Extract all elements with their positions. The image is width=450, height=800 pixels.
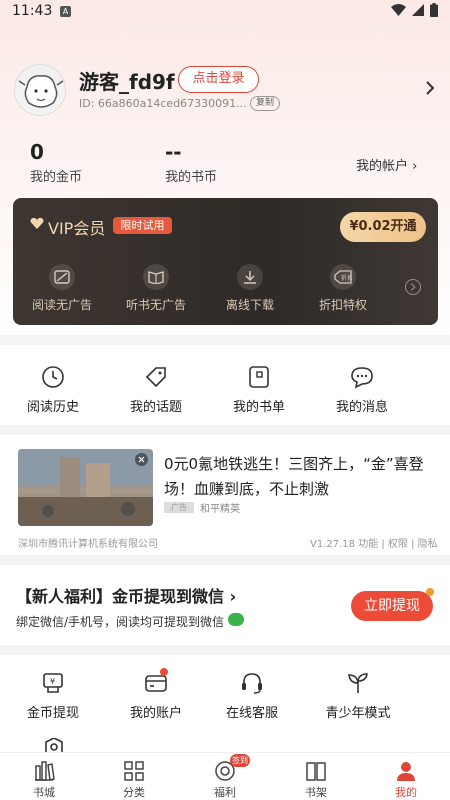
book-coins-label[interactable]: 我的书币 — [165, 166, 217, 185]
close-icon[interactable] — [135, 453, 148, 466]
vip-feature-ad-free-reading[interactable]: 阅读无广告 — [20, 264, 104, 313]
ad-free-audio-icon — [143, 264, 169, 290]
vip-feature-label: 折扣特权 — [318, 298, 367, 312]
notification-dot — [160, 668, 168, 676]
username: 游客_fd9f — [79, 70, 175, 94]
ad-meta-links[interactable]: V1.27.18 功能 | 权限 | 隐私 — [310, 535, 438, 550]
wechat-icon — [228, 613, 244, 626]
sheep-avatar-icon — [15, 65, 65, 115]
vip-feature-label: 听书无广告 — [125, 298, 186, 312]
ad-free-book-icon — [49, 264, 75, 290]
clock-icon — [40, 364, 66, 390]
ad-title[interactable]: 0元0氪地铁逃生！三图齐上，“金”喜登场！血赚到底，不止刺激 — [164, 452, 440, 502]
quick-link-label: 我的话题 — [129, 400, 182, 415]
vip-open-button[interactable]: ¥0.02开通 — [340, 212, 426, 242]
download-icon — [237, 264, 263, 290]
login-button[interactable]: 点击登录 — [178, 66, 259, 93]
chevron-right-icon[interactable] — [422, 80, 438, 96]
ad-game-name: 和平精英 — [200, 504, 240, 515]
status-icons — [391, 3, 438, 17]
tab-profile[interactable]: 我的 — [376, 760, 436, 800]
tab-label: 书城 — [33, 786, 55, 799]
quick-link-label: 阅读历史 — [26, 400, 79, 415]
quick-link-label: 我的消息 — [335, 400, 388, 415]
vip-feature-ad-free-audio[interactable]: 听书无广告 — [114, 264, 198, 313]
vip-feature-discount[interactable]: 折扣 折扣特权 — [301, 264, 385, 313]
coin-withdraw-item[interactable]: ¥ 金币提现 — [8, 670, 98, 721]
trial-badge: 限时试用 — [113, 217, 172, 234]
my-booklist-item[interactable]: 我的书单 — [214, 364, 304, 415]
service-label: 在线客服 — [225, 706, 278, 721]
profile-icon — [395, 760, 417, 782]
my-topics-item[interactable]: 我的话题 — [111, 364, 201, 415]
my-messages-item[interactable]: 我的消息 — [317, 364, 407, 415]
vip-feature-offline-download[interactable]: 离线下载 — [208, 264, 292, 313]
welfare-subtitle: 绑定微信/手机号，阅读均可提现到微信 — [16, 615, 225, 629]
coin-withdraw-icon: ¥ — [40, 670, 66, 696]
svg-text:¥: ¥ — [50, 677, 55, 686]
wifi-icon — [391, 4, 406, 16]
tab-bookstore[interactable]: 书城 — [14, 760, 74, 800]
my-wallet-item[interactable]: 我的账户 — [111, 670, 201, 721]
tab-category[interactable]: 分类 — [104, 760, 164, 800]
bookstore-icon — [33, 760, 55, 782]
tag-icon — [143, 364, 169, 390]
reading-history-item[interactable]: 阅读历史 — [8, 364, 98, 415]
user-id: ID: 66a860a14ced67330091... — [79, 97, 247, 110]
book-coins-value: -- — [165, 140, 182, 164]
tab-label: 书架 — [305, 786, 327, 799]
tab-label: 福利 — [214, 786, 236, 799]
service-label: 青少年模式 — [325, 706, 391, 721]
ad-company: 深圳市腾讯计算机系统有限公司 — [18, 539, 158, 550]
customer-service-item[interactable]: 在线客服 — [207, 670, 297, 721]
sprout-icon — [345, 670, 371, 696]
coins-label[interactable]: 我的金币 — [30, 166, 82, 185]
copy-id-button[interactable]: 复制 — [250, 96, 280, 111]
welfare-title[interactable]: 【新人福利】金币提现到微信 › — [16, 583, 236, 607]
notification-icon: A — [60, 6, 71, 17]
battery-icon — [430, 3, 438, 17]
signal-icon — [412, 4, 424, 16]
vip-title: VIP会员 — [48, 219, 106, 238]
tab-bookshelf[interactable]: 书架 — [286, 760, 346, 800]
more-arrow-icon[interactable] — [405, 279, 421, 295]
withdraw-now-button[interactable]: 立即提现 — [351, 591, 433, 621]
vip-heart-icon — [30, 217, 44, 229]
avatar[interactable] — [14, 64, 66, 116]
notification-dot — [426, 588, 434, 596]
ad-image[interactable] — [18, 449, 153, 526]
vip-feature-label: 阅读无广告 — [31, 298, 92, 312]
status-time: 11:43 — [12, 3, 53, 19]
quick-link-label: 我的书单 — [232, 400, 285, 415]
my-account-link[interactable]: 我的帐户 › — [356, 155, 417, 174]
discount-tag-icon: 折扣 — [330, 264, 356, 290]
sign-in-badge: 签到 — [230, 754, 250, 767]
bookshelf-icon — [305, 760, 327, 782]
vip-feature-label: 离线下载 — [225, 298, 274, 312]
settings-icon[interactable] — [44, 738, 64, 752]
coins-value: 0 — [30, 140, 44, 164]
status-bar: 11:43 A — [0, 0, 450, 24]
category-icon — [123, 760, 145, 782]
tab-label: 我的 — [395, 786, 417, 799]
teen-mode-item[interactable]: 青少年模式 — [313, 670, 403, 721]
service-label: 金币提现 — [26, 706, 79, 721]
booklist-icon — [246, 364, 272, 390]
tab-label: 分类 — [123, 786, 145, 799]
ad-tag: 广告 — [164, 502, 194, 513]
discount-icon-text: 折扣 — [341, 274, 352, 282]
headset-icon — [239, 670, 265, 696]
service-label: 我的账户 — [129, 706, 182, 721]
message-icon — [349, 364, 375, 390]
